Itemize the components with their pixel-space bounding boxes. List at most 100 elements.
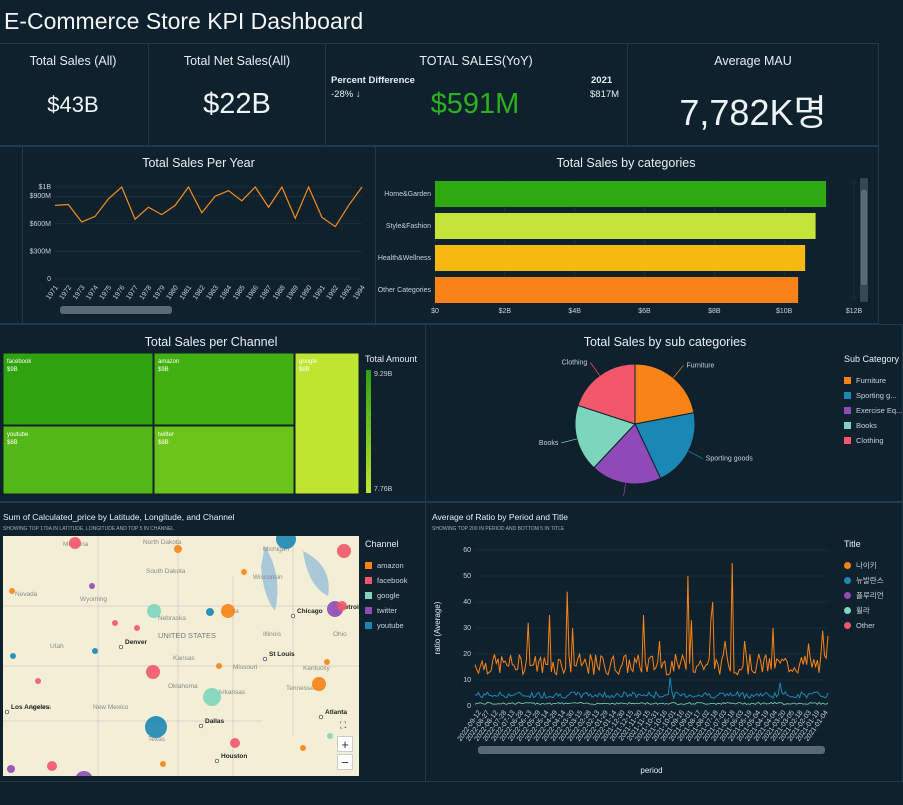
bar-Health&Wellness bbox=[435, 245, 806, 271]
by-categories-title: Total Sales by categories bbox=[556, 156, 696, 170]
legend-label: 휠라 bbox=[856, 606, 870, 615]
zoom-in-button[interactable]: + bbox=[337, 736, 353, 752]
map-bubble bbox=[216, 663, 222, 669]
legend-swatch bbox=[844, 562, 851, 569]
kpi-mau-value: 7,782K명 bbox=[679, 92, 827, 133]
map-bubble bbox=[7, 765, 15, 773]
legend-item[interactable]: youtube bbox=[365, 618, 407, 633]
legend-label: twitter bbox=[377, 606, 398, 615]
state-label: Kansas bbox=[173, 655, 195, 662]
kpi-yoy-prev-year: 2021 bbox=[591, 75, 613, 86]
x-axis-label: period bbox=[640, 766, 662, 775]
legend-item[interactable]: Sporting g... bbox=[844, 388, 902, 403]
legend-item[interactable]: twitter bbox=[365, 603, 407, 618]
legend-item[interactable]: 휠라 bbox=[844, 603, 884, 618]
legend-item[interactable]: Other bbox=[844, 618, 884, 633]
y-tick-label: 40 bbox=[463, 599, 471, 606]
legend-item[interactable]: Exercise Eq... bbox=[844, 403, 902, 418]
legend-item[interactable]: amazon bbox=[365, 558, 407, 573]
map-bubble bbox=[47, 761, 57, 771]
legend-item[interactable]: Furniture bbox=[844, 373, 902, 388]
x-tick-label: $2B bbox=[499, 308, 512, 315]
category-label: Other Categories bbox=[378, 287, 432, 294]
legend-label: Exercise Eq... bbox=[856, 406, 903, 415]
legend-item[interactable]: 나이키 bbox=[844, 558, 884, 573]
city-dot bbox=[262, 656, 268, 662]
series-line bbox=[474, 701, 829, 705]
x-tick-label: 1985 bbox=[232, 284, 247, 301]
x-tick-label: $0 bbox=[431, 308, 439, 315]
pie-leader bbox=[688, 450, 703, 459]
x-tick-label: 1977 bbox=[125, 284, 140, 301]
bar-Other Categories bbox=[435, 277, 799, 303]
legend-swatch bbox=[844, 437, 851, 444]
legend-item[interactable]: google bbox=[365, 588, 407, 603]
map-bubble bbox=[230, 738, 240, 748]
y-tick-label: $900M bbox=[30, 193, 52, 200]
treemap-cell-name: twitter bbox=[158, 432, 174, 438]
sales-per-year-title: Total Sales Per Year bbox=[142, 156, 255, 170]
map-bubble bbox=[134, 625, 140, 631]
legend-label: 나이키 bbox=[856, 561, 877, 570]
lake bbox=[303, 551, 329, 596]
legend-item[interactable]: Books bbox=[844, 418, 902, 433]
legend-label: amazon bbox=[377, 561, 404, 570]
map-bubble bbox=[89, 583, 95, 589]
pie-label: Clothing bbox=[562, 360, 588, 367]
map-bubble bbox=[221, 604, 235, 618]
city-label: St Louis bbox=[269, 651, 295, 658]
kpi-total-sales-value: $43B bbox=[47, 92, 99, 117]
city-dot bbox=[4, 709, 10, 715]
legend-item[interactable]: 플루리언 bbox=[844, 588, 884, 603]
x-tick-label: 1975 bbox=[99, 284, 114, 301]
sub-categories-pie: FurnitureSporting goodsExercise Equipmen… bbox=[539, 360, 753, 496]
map-bubble bbox=[324, 659, 330, 665]
legend-label: Sporting g... bbox=[856, 391, 897, 400]
state-label: Wisconsin bbox=[253, 574, 283, 581]
x-tick-label: $8B bbox=[708, 308, 721, 315]
legend-swatch bbox=[844, 392, 851, 399]
map-bubble bbox=[9, 588, 15, 594]
kpi-yoy-pct-label: Percent Difference bbox=[331, 75, 415, 86]
x-tick-label: 1988 bbox=[272, 284, 287, 301]
zoom-out-button[interactable]: − bbox=[337, 754, 353, 770]
map-bubble bbox=[337, 601, 347, 611]
legend-item[interactable]: Clothing bbox=[844, 433, 902, 448]
map-area[interactable]: WyomingSouth DakotaNebraskaIowaWisconsin… bbox=[3, 536, 359, 776]
legend-item[interactable]: 뉴발란스 bbox=[844, 573, 884, 588]
scrollbar-thumb bbox=[861, 190, 867, 285]
x-tick-label: 1987 bbox=[259, 284, 274, 301]
bar-Style&Fashion bbox=[435, 213, 816, 239]
map-bubble bbox=[92, 648, 98, 654]
map-bubble bbox=[146, 665, 160, 679]
ratio-title: Average of Ratio by Period and Title bbox=[432, 512, 568, 522]
legend-swatch bbox=[844, 377, 851, 384]
category-label: Health&Wellness bbox=[378, 255, 432, 262]
y-tick-label: $1B bbox=[39, 184, 52, 191]
legend-swatch bbox=[844, 407, 851, 414]
city-label: Denver bbox=[125, 639, 148, 646]
x-tick-label: 1980 bbox=[165, 284, 180, 301]
y-axis-label: ratio (Average) bbox=[433, 601, 442, 654]
legend-item[interactable]: facebook bbox=[365, 573, 407, 588]
sub-categories-legend-title: Sub Category bbox=[844, 354, 900, 364]
state-label: Wyoming bbox=[80, 596, 107, 603]
legend-label: 뉴발란스 bbox=[856, 576, 884, 585]
ratio-chart: 0102030405060ratio (Average)period2022-0… bbox=[433, 547, 830, 775]
legend-swatch bbox=[365, 622, 372, 629]
state-label: South Dakota bbox=[146, 568, 186, 575]
x-tick-label: 1991 bbox=[312, 284, 327, 301]
pie-leader bbox=[623, 483, 626, 496]
x-tick-label: $10B bbox=[776, 308, 793, 315]
map-bubble bbox=[312, 677, 326, 691]
y-tick-label: 0 bbox=[467, 703, 471, 710]
y-tick-label: $300M bbox=[30, 248, 52, 255]
per-channel-treemap: facebook $9B amazon $9B google $8B youtube $8B t… bbox=[3, 353, 359, 495]
fullscreen-icon[interactable]: ⛶ bbox=[340, 720, 346, 731]
city-label: Dallas bbox=[205, 718, 225, 725]
x-tick-label: 1978 bbox=[139, 284, 154, 301]
sales-per-year-chart: 0$300M$600M$900M$1B197119721973197419751… bbox=[30, 184, 367, 314]
x-tick-label: 1989 bbox=[286, 284, 301, 301]
city-dot bbox=[214, 758, 220, 764]
map-bubble bbox=[337, 544, 351, 558]
